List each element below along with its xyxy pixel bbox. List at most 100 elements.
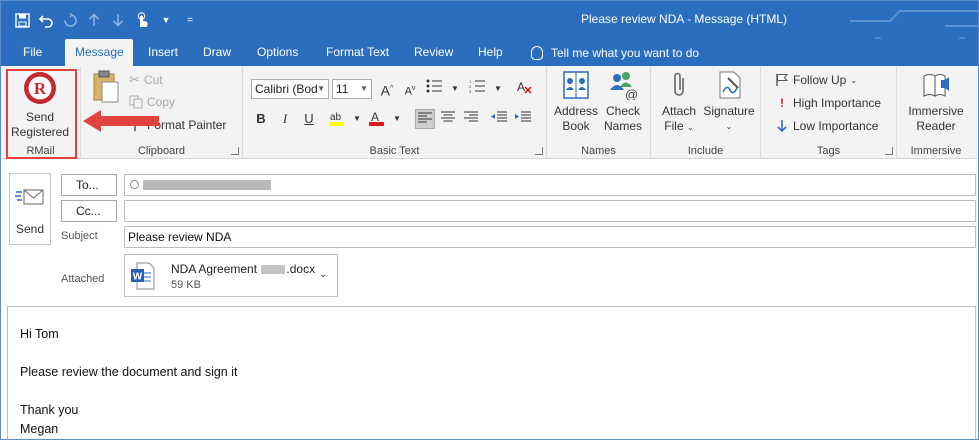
recipient-status-icon: [130, 180, 139, 189]
shrink-font-icon[interactable]: Av: [400, 79, 420, 99]
check-names-label-1: Check: [605, 104, 640, 118]
group-tags: Follow Up ⌄ ! High Importance Low Import…: [761, 66, 897, 159]
high-importance-label: High Importance: [793, 96, 882, 110]
clear-formatting-icon[interactable]: A: [514, 79, 534, 99]
flag-icon: [776, 74, 789, 86]
arrow-up-icon[interactable]: [83, 10, 105, 30]
align-left-icon[interactable]: [415, 109, 435, 129]
copy-label: Copy: [147, 95, 176, 109]
tags-launcher-icon[interactable]: [885, 147, 893, 155]
chevron-down-icon[interactable]: ▼: [347, 109, 367, 129]
chevron-down-icon: ▼: [360, 84, 368, 93]
tell-me-text: Tell me what you want to do: [551, 45, 700, 60]
chevron-down-icon[interactable]: ⌄: [319, 269, 327, 280]
address-book-button[interactable]: Address Book: [553, 70, 599, 134]
chevron-down-icon[interactable]: ▼: [155, 10, 177, 30]
align-center-icon[interactable]: [438, 109, 458, 129]
tab-insert[interactable]: Insert: [140, 39, 186, 66]
scissors-icon: ✂: [129, 72, 140, 87]
message-body[interactable]: Hi Tom Please review the document and si…: [7, 306, 976, 439]
word-document-icon: W: [131, 262, 155, 290]
font-name-combo[interactable]: Calibri (Bod ▼: [251, 79, 329, 99]
subject-field[interactable]: Please review NDA: [124, 226, 976, 248]
clipboard-launcher-icon[interactable]: [231, 147, 239, 155]
chevron-down-icon[interactable]: ▼: [387, 109, 407, 129]
chevron-down-icon[interactable]: ▼: [488, 79, 508, 99]
immersive-reader-button[interactable]: Immersive Reader: [901, 70, 971, 134]
touch-mode-icon[interactable]: [131, 10, 153, 30]
redo-icon[interactable]: [59, 10, 81, 30]
body-line: Megan: [20, 422, 59, 436]
tab-file[interactable]: File: [15, 39, 50, 66]
lightbulb-icon: [531, 45, 543, 60]
subject-label: Subject: [61, 230, 98, 242]
group-immersive: Immersive Reader Immersive: [897, 66, 975, 159]
chevron-down-icon[interactable]: ▼: [445, 79, 465, 99]
cc-button[interactable]: Cc...: [61, 200, 117, 222]
numbering-icon[interactable]: 123: [467, 79, 487, 99]
increase-indent-icon[interactable]: [513, 109, 533, 129]
ribbon-tabs: File Message Insert Draw Options Format …: [1, 39, 978, 66]
undo-icon[interactable]: [35, 10, 57, 30]
group-label-immersive: Immersive: [910, 145, 962, 157]
bullets-icon[interactable]: [424, 79, 444, 99]
address-book-label-1: Address: [553, 104, 599, 118]
font-color-icon[interactable]: A: [367, 109, 387, 129]
svg-text:W: W: [133, 272, 143, 283]
align-right-icon[interactable]: [461, 109, 481, 129]
save-icon[interactable]: [11, 10, 33, 30]
tab-message[interactable]: Message: [65, 39, 133, 66]
send-label: Send: [15, 222, 45, 236]
group-include: Attach File ⌄ Signature ⌄ Include: [651, 66, 761, 159]
rmail-highlight-box: [6, 69, 77, 159]
redacted-filename-part: [261, 265, 286, 275]
body-line: Please review the document and sign it: [20, 365, 238, 379]
signature-icon: [719, 71, 741, 99]
to-button[interactable]: To...: [61, 174, 117, 196]
cut-button[interactable]: ✂ Cut: [129, 72, 163, 88]
chevron-down-icon: ⌄: [725, 122, 733, 131]
address-book-icon: [563, 71, 589, 99]
font-size-combo[interactable]: 11 ▼: [332, 79, 372, 99]
attach-file-button[interactable]: Attach File ⌄: [657, 70, 701, 135]
svg-text:A: A: [371, 110, 379, 124]
grow-font-icon[interactable]: A^: [377, 79, 397, 99]
underline-icon[interactable]: U: [299, 109, 319, 129]
basic-text-launcher-icon[interactable]: [535, 147, 543, 155]
arrow-down-icon[interactable]: [107, 10, 129, 30]
check-names-label-2: Names: [603, 119, 642, 133]
tab-review[interactable]: Review: [406, 39, 461, 66]
address-book-label-2: Book: [562, 119, 590, 133]
svg-text:ab: ab: [330, 112, 342, 123]
tab-draw[interactable]: Draw: [195, 39, 239, 66]
italic-icon[interactable]: I: [275, 109, 295, 129]
attachment-card[interactable]: W NDA Agreement .docx 59 KB ⌄: [124, 254, 338, 297]
tab-help[interactable]: Help: [470, 39, 511, 66]
high-importance-button[interactable]: ! High Importance: [775, 96, 881, 110]
body-line: Thank you: [20, 403, 79, 417]
immersive-reader-label-1: Immersive: [908, 104, 964, 118]
redacted-recipient: [143, 180, 271, 190]
follow-up-button[interactable]: Follow Up ⌄: [775, 73, 857, 87]
signature-button[interactable]: Signature ⌄: [701, 70, 757, 134]
window-title: Please review NDA - Message (HTML): [581, 12, 788, 26]
low-importance-button[interactable]: Low Importance: [775, 119, 878, 133]
customize-toolbar-icon[interactable]: =: [179, 10, 201, 30]
check-names-button[interactable]: @ Check Names: [601, 70, 645, 134]
paperclip-icon: [674, 72, 684, 96]
cc-field[interactable]: [124, 200, 976, 222]
paste-button[interactable]: [91, 70, 121, 108]
body-line: Hi Tom: [20, 327, 59, 341]
svg-text:3: 3: [469, 89, 472, 93]
tab-options[interactable]: Options: [249, 39, 306, 66]
send-button[interactable]: Send: [9, 173, 51, 245]
tell-me-search[interactable]: Tell me what you want to do: [531, 39, 699, 66]
copy-button[interactable]: Copy: [129, 95, 175, 109]
tab-format-text[interactable]: Format Text: [318, 39, 397, 66]
svg-text:@: @: [625, 87, 638, 100]
decrease-indent-icon[interactable]: [489, 109, 509, 129]
paste-icon: [93, 70, 119, 103]
group-basic-text: Calibri (Bod ▼ 11 ▼ A^ Av ▼ 123 ▼ A B I …: [243, 66, 547, 159]
highlight-color-icon[interactable]: ab: [327, 109, 347, 129]
bold-icon[interactable]: B: [251, 109, 271, 129]
